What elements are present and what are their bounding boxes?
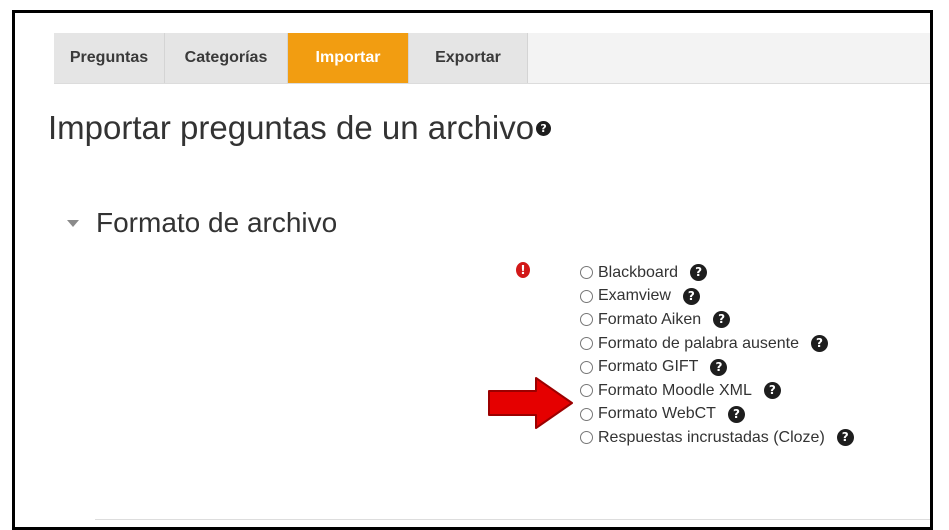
- page-title: Importar preguntas de un archivo?: [48, 109, 552, 147]
- tab-preguntas[interactable]: Preguntas: [54, 33, 165, 83]
- format-option-label: Blackboard: [598, 263, 679, 281]
- divider: [95, 519, 930, 520]
- format-option-webct[interactable]: Formato WebCT ?: [580, 403, 854, 427]
- section-toggle-formato[interactable]: Formato de archivo: [67, 207, 337, 239]
- screenshot-frame: Preguntas Categorías Importar Exportar I…: [12, 10, 933, 530]
- tab-importar[interactable]: Importar: [288, 33, 409, 83]
- page-title-text: Importar preguntas de un archivo: [48, 109, 535, 146]
- radio-button[interactable]: [580, 407, 593, 421]
- radio-button[interactable]: [580, 337, 593, 351]
- question-circle-icon[interactable]: ?: [836, 429, 854, 447]
- question-circle-icon[interactable]: ?: [713, 311, 731, 329]
- radio-button[interactable]: [580, 289, 593, 303]
- format-option-label: Formato Aiken: [598, 310, 702, 328]
- format-option-moodle-xml[interactable]: Formato Moodle XML ?: [580, 379, 854, 403]
- question-circle-icon[interactable]: ?: [536, 120, 552, 136]
- format-option-label: Formato Moodle XML: [598, 381, 752, 399]
- radio-button[interactable]: [580, 266, 593, 280]
- format-option-label: Examview: [598, 287, 671, 305]
- question-circle-icon[interactable]: ?: [710, 358, 728, 376]
- question-circle-icon[interactable]: ?: [763, 382, 781, 400]
- caret-down-icon: [67, 219, 79, 227]
- section-title: Formato de archivo: [96, 207, 338, 238]
- question-bank-tabs: Preguntas Categorías Importar Exportar: [54, 33, 930, 84]
- question-circle-icon[interactable]: ?: [811, 335, 829, 353]
- format-option-examview[interactable]: Examview ?: [580, 285, 854, 309]
- format-option-cloze[interactable]: Respuestas incrustadas (Cloze) ?: [580, 426, 854, 450]
- radio-button[interactable]: [580, 384, 593, 398]
- format-option-blackboard[interactable]: Blackboard ?: [580, 261, 854, 285]
- question-circle-icon[interactable]: ?: [727, 405, 745, 423]
- format-option-label: Formato WebCT: [598, 405, 716, 423]
- format-option-label: Respuestas incrustadas (Cloze): [598, 428, 825, 446]
- format-option-aiken[interactable]: Formato Aiken ?: [580, 308, 854, 332]
- radio-button[interactable]: [580, 431, 593, 445]
- format-option-label: Formato GIFT: [598, 358, 699, 376]
- arrow-right-icon: [488, 377, 573, 429]
- format-option-label: Formato de palabra ausente: [598, 334, 800, 352]
- format-option-palabra-ausente[interactable]: Formato de palabra ausente ?: [580, 332, 854, 356]
- format-option-gift[interactable]: Formato GIFT ?: [580, 355, 854, 379]
- radio-button[interactable]: [580, 360, 593, 374]
- question-circle-icon[interactable]: ?: [682, 287, 700, 305]
- tab-categorias[interactable]: Categorías: [165, 33, 288, 83]
- radio-button[interactable]: [580, 313, 593, 327]
- tab-exportar[interactable]: Exportar: [409, 33, 528, 83]
- question-circle-icon[interactable]: ?: [690, 264, 708, 282]
- format-options: Blackboard ? Examview ? Formato Aiken ? …: [580, 261, 854, 450]
- exclamation-circle-icon: !: [516, 262, 530, 278]
